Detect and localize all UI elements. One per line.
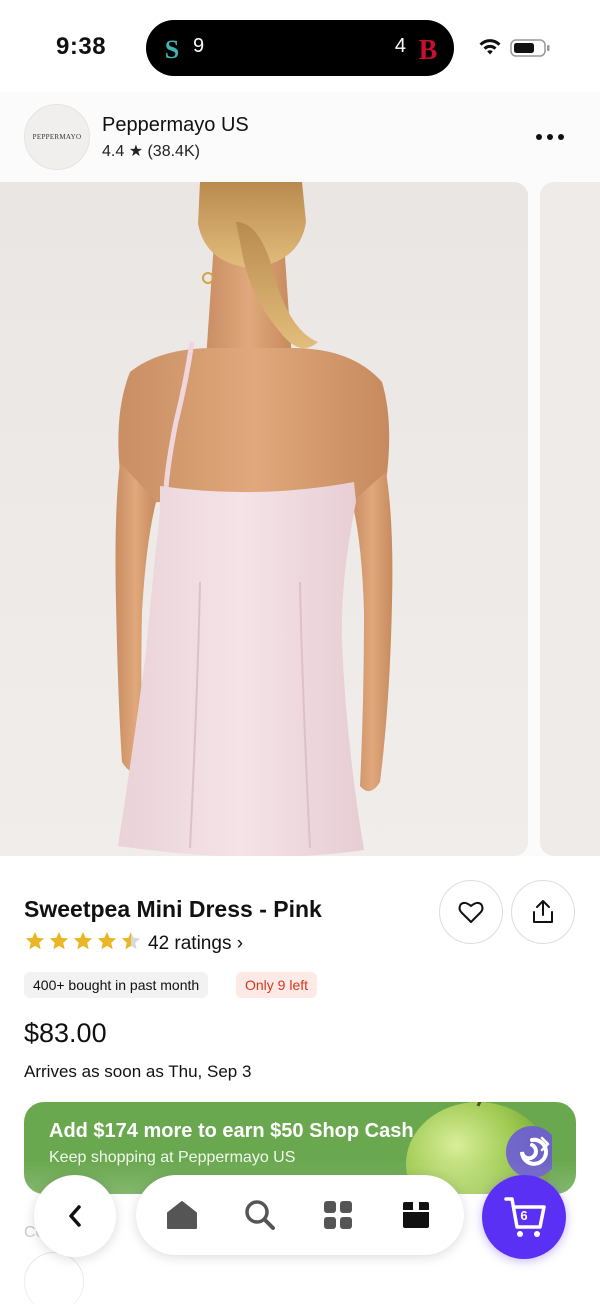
favorite-button[interactable] <box>439 880 503 944</box>
more-options-button[interactable] <box>528 122 572 152</box>
promo-title: Add $174 more to earn $50 Shop Cash <box>49 1120 414 1142</box>
shop-rating: 4.4 ★ (38.4K) <box>102 143 200 160</box>
product-image[interactable] <box>0 182 528 856</box>
product-title: Sweetpea Mini Dress - Pink <box>24 896 322 922</box>
chevron-right-icon <box>540 1136 550 1152</box>
status-bar: 9:38 S 9 4 B <box>0 0 600 92</box>
more-dot-icon <box>536 134 542 140</box>
nav-categories[interactable] <box>320 1197 356 1233</box>
more-dot-icon <box>547 134 553 140</box>
heart-icon <box>458 901 484 923</box>
ratings-link[interactable]: 42 ratings › <box>148 933 243 955</box>
grid-icon <box>324 1201 352 1229</box>
star-icon <box>73 931 93 950</box>
dress-illustration <box>0 182 528 856</box>
red-sox-logo-icon: B <box>419 35 438 64</box>
more-dot-icon <box>558 134 564 140</box>
share-button[interactable] <box>511 880 575 944</box>
arrival-estimate: Arrives as soon as Thu, Sep 3 <box>24 1062 252 1081</box>
shop-logo[interactable]: PEPPERMAYO <box>24 104 90 170</box>
status-time: 9:38 <box>56 33 107 60</box>
nav-orders[interactable] <box>398 1197 434 1233</box>
star-rating[interactable] <box>24 930 142 952</box>
back-button[interactable] <box>34 1175 116 1257</box>
bottom-nav-bar <box>136 1175 464 1255</box>
left-score: 9 <box>193 35 205 57</box>
right-score: 4 <box>394 35 406 57</box>
cart-button[interactable]: 6 <box>482 1175 566 1259</box>
half-star-icon <box>121 931 141 950</box>
mariners-logo-icon: S <box>165 35 179 64</box>
nav-home[interactable] <box>164 1197 200 1233</box>
share-icon <box>533 900 553 923</box>
svg-text:B: B <box>419 35 438 64</box>
cart-count-badge: 6 <box>520 1208 528 1223</box>
product-image-carousel[interactable] <box>0 182 600 856</box>
nav-search[interactable] <box>242 1197 278 1233</box>
orders-box-icon <box>403 1202 429 1228</box>
wifi-icon <box>479 39 501 55</box>
star-icon <box>49 931 69 950</box>
battery-icon <box>510 39 550 57</box>
search-icon <box>245 1200 275 1230</box>
star-icon <box>97 931 117 950</box>
price: $83.00 <box>24 1018 107 1048</box>
star-icon <box>25 931 45 950</box>
bought-count-badge: 400+ bought in past month <box>24 972 209 998</box>
shop-name[interactable]: Peppermayo US <box>102 114 249 137</box>
low-stock-badge: Only 9 left <box>236 972 318 998</box>
home-icon <box>167 1201 197 1229</box>
live-activity-island[interactable]: S 9 4 B <box>146 20 454 76</box>
next-product-image[interactable] <box>540 182 600 856</box>
shop-header: PEPPERMAYO Peppermayo US 4.4 ★ (38.4K) <box>0 92 600 182</box>
chevron-left-icon <box>69 1205 81 1227</box>
svg-text:S: S <box>165 35 179 64</box>
